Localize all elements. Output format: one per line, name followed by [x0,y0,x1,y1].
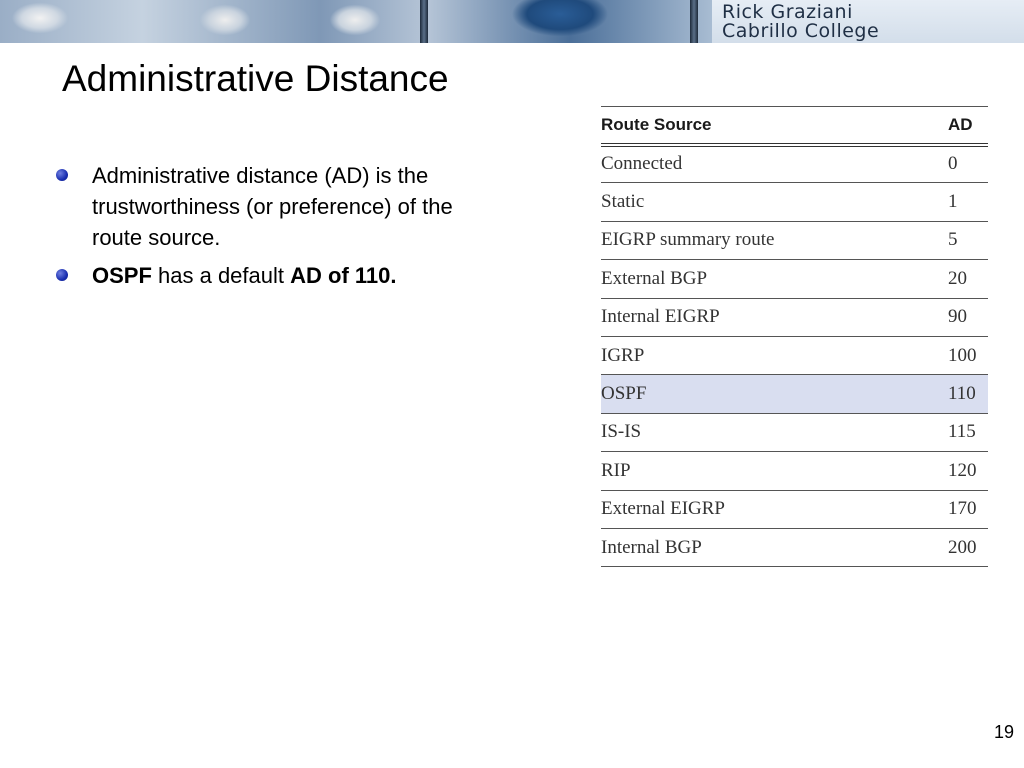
banner-network-image [0,0,712,43]
bullet-list: Administrative distance (AD) is the trus… [54,160,494,298]
ad-value-cell: 1 [948,182,988,222]
table-row: EIGRP summary route 5 [601,221,988,261]
table-body: Connected 0 Static 1 EIGRP summary route 5 Ext… [601,144,988,568]
route-source-cell: OSPF [601,374,948,414]
table-row: Static 1 [601,182,988,222]
banner-cable-graphic [420,0,428,43]
table-row: Connected 0 [601,144,988,184]
table-row: Internal BGP 200 [601,528,988,568]
bullet-item: Administrative distance (AD) is the trus… [54,160,494,253]
bullet-bold-ad: AD of 110. [290,263,397,288]
bullet-item: OSPF has a default AD of 110. [54,260,494,291]
header-banner: Rick Graziani Cabrillo College [0,0,1024,43]
table-header-row: Route Source AD [601,106,988,147]
header-ad: AD [948,106,988,147]
ad-value-cell: 0 [948,144,988,184]
page-number: 19 [993,722,1014,742]
table-row: External BGP 20 [601,259,988,299]
table-row: IS-IS 115 [601,413,988,453]
bullet-dot-icon [56,269,68,281]
bullet-dot-icon [56,169,68,181]
ad-value-cell: 170 [948,490,988,529]
route-source-cell: Connected [601,144,948,184]
route-source-cell: RIP [601,451,948,491]
table-row: RIP 120 [601,451,988,491]
institution-name: Cabrillo College [722,20,880,42]
route-ad-table: Route Source AD Connected 0 Static 1 EIGRP s… [601,106,988,568]
table-row: External EIGRP 170 [601,490,988,529]
ad-value-cell: 90 [948,298,988,337]
route-source-cell: Internal EIGRP [601,298,948,337]
ad-value-cell: 20 [948,259,988,299]
ad-value-cell: 5 [948,221,988,261]
route-source-cell: IGRP [601,336,948,376]
table-row: OSPF 110 [601,374,988,414]
ad-value-cell: 115 [948,413,988,453]
banner-cable-graphic [690,0,698,43]
bullet-bold-ospf: OSPF [92,263,152,288]
header-route-source: Route Source [601,106,948,147]
route-source-cell: Static [601,182,948,222]
route-source-cell: EIGRP summary route [601,221,948,261]
bullet-text: has a default [151,263,291,288]
banner-author-block: Rick Graziani Cabrillo College [712,0,1024,43]
slide-title: Administrative Distance [62,58,449,99]
bullet-text: Administrative distance (AD) is the trus… [92,163,453,250]
ad-value-cell: 200 [948,528,988,568]
route-source-cell: Internal BGP [601,528,948,568]
route-source-cell: IS-IS [601,413,948,453]
ad-value-cell: 100 [948,336,988,376]
table-row: IGRP 100 [601,336,988,376]
table-row: Internal EIGRP 90 [601,298,988,337]
route-source-cell: External EIGRP [601,490,948,529]
route-source-cell: External BGP [601,259,948,299]
ad-value-cell: 110 [948,374,988,414]
ad-value-cell: 120 [948,451,988,491]
